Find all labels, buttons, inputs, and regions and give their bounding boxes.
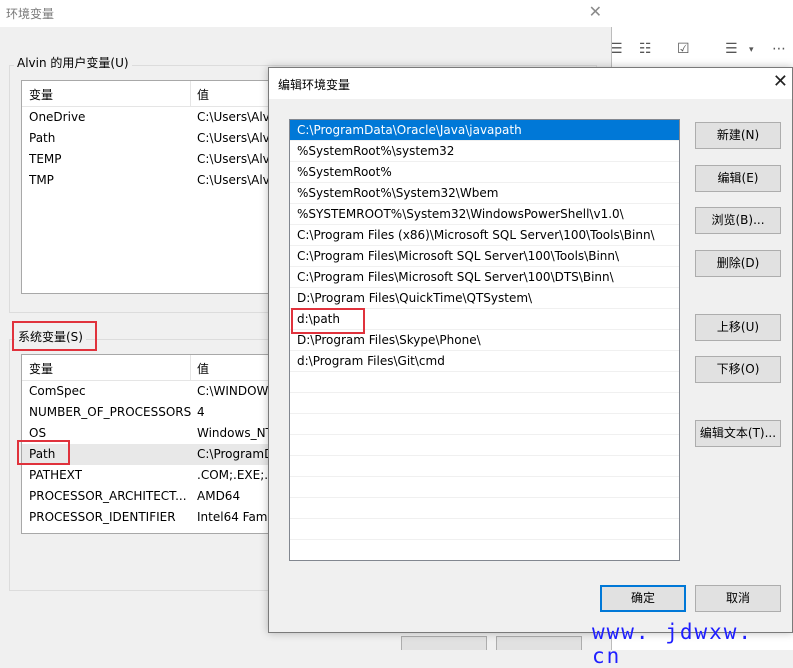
chevron-down-icon[interactable]: ▾	[749, 45, 754, 55]
edit-text-button[interactable]: 编辑文本(T)...	[695, 420, 781, 447]
edit-button[interactable]: 编辑(E)	[695, 165, 781, 192]
cancel-button[interactable]: 取消	[695, 585, 781, 612]
new-button[interactable]: 新建(N)	[695, 122, 781, 149]
close-icon[interactable]: ✕	[589, 2, 602, 21]
path-list[interactable]: C:\ProgramData\Oracle\Java\javapath %Sys…	[289, 119, 680, 561]
column-divider[interactable]	[190, 81, 191, 107]
table-row[interactable]: PROCESSOR_ARCHITECT... AMD64	[22, 486, 280, 507]
variable-value: C:\Users\Alv	[197, 173, 270, 187]
empty-row[interactable]	[290, 540, 679, 560]
watermark: www. jdwxw. cn	[592, 620, 754, 668]
browse-button[interactable]: 浏览(B)...	[695, 207, 781, 234]
delete-button[interactable]: 删除(D)	[695, 250, 781, 277]
empty-row[interactable]	[290, 498, 679, 519]
empty-row[interactable]	[290, 414, 679, 435]
table-row[interactable]: TEMP C:\Users\Alv	[22, 149, 280, 170]
variable-name: TMP	[29, 173, 54, 187]
variable-name: Path	[29, 131, 56, 145]
variable-value: Windows_NT	[197, 426, 273, 440]
dialog-title: 编辑环境变量	[278, 78, 351, 92]
column-name-header[interactable]: 变量	[29, 360, 53, 377]
empty-row[interactable]	[290, 393, 679, 414]
table-row[interactable]: OneDrive C:\Users\Alv	[22, 107, 280, 128]
ok-button-hidden[interactable]	[401, 636, 487, 650]
empty-row[interactable]	[290, 477, 679, 498]
window-titlebar: 环境变量 ✕	[0, 0, 612, 27]
table-row[interactable]: Path C:\Users\Alv	[22, 128, 280, 149]
variable-name: PATHEXT	[29, 468, 83, 482]
path-item[interactable]: %SystemRoot%\System32\Wbem	[290, 183, 679, 204]
user-variables-list[interactable]: 变量 值 OneDrive C:\Users\Alv Path C:\Users…	[21, 80, 281, 294]
variable-value: 4	[197, 405, 205, 419]
path-item[interactable]: C:\Program Files\Microsoft SQL Server\10…	[290, 246, 679, 267]
ok-button[interactable]: 确定	[600, 585, 686, 612]
column-value-header[interactable]: 值	[197, 360, 209, 377]
variable-value: C:\ProgramD	[197, 447, 274, 461]
numbered-list-icon[interactable]: ☷	[639, 41, 652, 57]
table-row[interactable]: ComSpec C:\WINDOW	[22, 381, 280, 402]
variable-value: C:\Users\Alv	[197, 152, 270, 166]
column-name-header[interactable]: 变量	[29, 86, 53, 103]
variable-name: PROCESSOR_IDENTIFIER	[29, 510, 176, 524]
variable-name: NUMBER_OF_PROCESSORS	[29, 405, 192, 419]
edit-environment-variable-dialog: 编辑环境变量 ✕ C:\ProgramData\Oracle\Java\java…	[268, 67, 793, 633]
table-row[interactable]: NUMBER_OF_PROCESSORS 4	[22, 402, 280, 423]
variable-value: C:\WINDOW	[197, 384, 269, 398]
variable-name: TEMP	[29, 152, 62, 166]
column-divider[interactable]	[190, 355, 191, 381]
empty-row[interactable]	[290, 372, 679, 393]
variable-name: OS	[29, 426, 47, 440]
highlight-box	[17, 440, 70, 465]
dialog-titlebar: 编辑环境变量 ✕	[269, 68, 792, 99]
cancel-button-hidden[interactable]	[496, 636, 582, 650]
variable-value: AMD64	[197, 489, 241, 503]
list-header: 变量 值	[22, 81, 280, 107]
more-icon[interactable]: ⋯	[772, 41, 786, 57]
align-icon[interactable]: ☰	[725, 41, 738, 57]
path-item-selected[interactable]: C:\ProgramData\Oracle\Java\javapath	[290, 120, 679, 141]
user-variables-label: Alvin 的用户变量(U)	[14, 54, 132, 71]
empty-row[interactable]	[290, 456, 679, 477]
move-down-button[interactable]: 下移(O)	[695, 356, 781, 383]
window-title: 环境变量	[6, 7, 55, 21]
highlight-box	[291, 308, 365, 334]
variable-value: .COM;.EXE;.B	[197, 468, 277, 482]
variable-name: OneDrive	[29, 110, 86, 124]
path-item[interactable]: %SystemRoot%	[290, 162, 679, 183]
checkbox-icon[interactable]: ☑	[677, 41, 690, 57]
path-item[interactable]: %SYSTEMROOT%\System32\WindowsPowerShell\…	[290, 204, 679, 225]
variable-value: C:\Users\Alv	[197, 131, 270, 145]
highlight-box	[12, 321, 97, 351]
path-item[interactable]: C:\Program Files (x86)\Microsoft SQL Ser…	[290, 225, 679, 246]
path-item[interactable]: D:\Program Files\QuickTime\QTSystem\	[290, 288, 679, 309]
path-item[interactable]: C:\Program Files\Microsoft SQL Server\10…	[290, 267, 679, 288]
list-header: 变量 值	[22, 355, 280, 381]
path-item[interactable]: d:\Program Files\Git\cmd	[290, 351, 679, 372]
empty-row[interactable]	[290, 519, 679, 540]
empty-row[interactable]	[290, 435, 679, 456]
column-value-header[interactable]: 值	[197, 86, 209, 103]
variable-value: Intel64 Famil	[197, 510, 275, 524]
close-icon[interactable]: ✕	[773, 71, 788, 92]
variable-name: ComSpec	[29, 384, 86, 398]
table-row[interactable]: PATHEXT .COM;.EXE;.B	[22, 465, 280, 486]
table-row[interactable]: TMP C:\Users\Alv	[22, 170, 280, 191]
move-up-button[interactable]: 上移(U)	[695, 314, 781, 341]
variable-value: C:\Users\Alv	[197, 110, 270, 124]
path-item[interactable]: %SystemRoot%\system32	[290, 141, 679, 162]
table-row[interactable]: PROCESSOR_IDENTIFIER Intel64 Famil	[22, 507, 280, 528]
variable-name: PROCESSOR_ARCHITECT...	[29, 489, 187, 503]
